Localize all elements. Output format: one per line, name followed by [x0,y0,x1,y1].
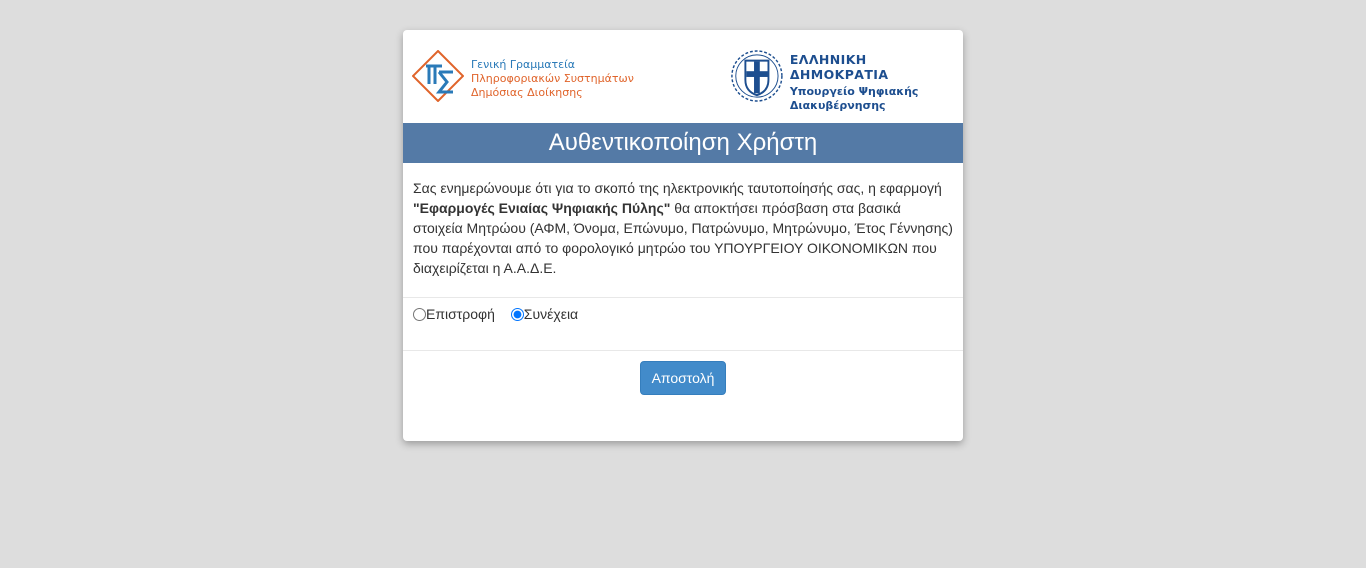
continue-radio[interactable] [510,307,524,321]
return-label: Επιστροφή [426,306,495,322]
logo-header: Γενική Γραμματεία Πληροφοριακών Συστημάτ… [403,30,963,123]
ministry-logo-line1: ΕΛΛΗΝΙΚΗ ΔΗΜΟΚΡΑΤΙΑ [789,52,889,82]
greek-coat-of-arms-icon [731,50,783,102]
gsis-logo-line3: Δημόσιας Διοίκησης [471,86,583,99]
consent-options: Επιστροφή Συνέχεια [403,298,963,351]
consent-message: Σας ενημερώνουμε ότι για το σκοπό της ηλ… [403,163,963,298]
continue-label: Συνέχεια [523,306,579,322]
auth-card: Γενική Γραμματεία Πληροφοριακών Συστημάτ… [403,30,963,441]
consent-text-part1: Σας ενημερώνουμε ότι για το σκοπό της ηλ… [413,180,942,196]
ministry-logo-line3: Διακυβέρνησης [789,99,886,112]
gsis-emblem-icon [412,50,464,102]
gsis-logo-line2: Πληροφοριακών Συστημάτων [471,72,634,85]
gsis-logo-line1: Γενική Γραμματεία [471,58,576,71]
return-radio[interactable] [413,307,426,321]
page-title: Αυθεντικοποίηση Χρήστη [403,123,963,163]
submit-button[interactable]: Αποστολή [639,361,727,395]
option-return[interactable]: Επιστροφή [413,306,495,322]
ministry-logo: ΕΛΛΗΝΙΚΗ ΔΗΜΟΚΡΑΤΙΑ Υπουργείο Ψηφιακής Δ… [730,48,963,113]
ministry-logo-line2: Υπουργείο Ψηφιακής [789,85,919,98]
form-footer: Αποστολή [403,351,963,395]
gsis-logo: Γενική Γραμματεία Πληροφοριακών Συστημάτ… [412,50,634,102]
option-continue[interactable]: Συνέχεια [510,306,579,322]
consent-app-name: "Εφαρμογές Ενιαίας Ψηφιακής Πύλης" [413,200,671,216]
